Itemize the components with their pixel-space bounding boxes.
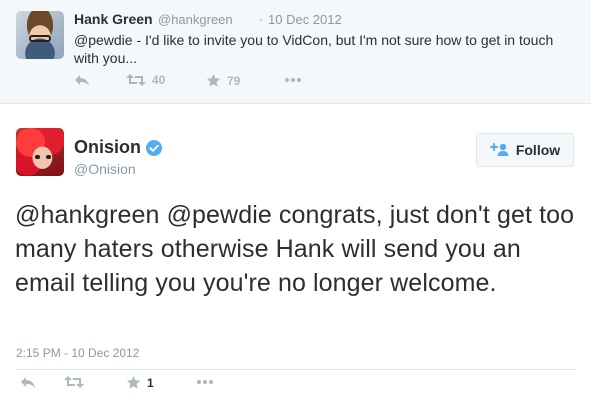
main-tweet-author[interactable]: Onision bbox=[74, 137, 162, 158]
more-icon bbox=[285, 78, 301, 82]
favorite-button[interactable]: 1 bbox=[126, 375, 154, 390]
add-user-icon bbox=[489, 143, 509, 156]
reply-button[interactable] bbox=[74, 73, 90, 87]
main-tweet-text: @hankgreen @pewdie congrats, just don't … bbox=[15, 201, 575, 297]
retweet-button[interactable] bbox=[64, 375, 84, 389]
favorite-count: 79 bbox=[227, 73, 241, 88]
favorite-icon bbox=[206, 73, 221, 87]
follow-button[interactable]: Follow bbox=[476, 133, 574, 167]
more-icon bbox=[197, 380, 213, 384]
dot-separator: · bbox=[259, 12, 264, 27]
parent-tweet-date[interactable]: 10 Dec 2012 bbox=[268, 12, 342, 27]
retweet-icon bbox=[126, 74, 146, 86]
verified-icon bbox=[146, 139, 162, 156]
favorite-button[interactable]: 79 bbox=[206, 73, 240, 88]
reply-icon bbox=[75, 75, 89, 86]
more-button[interactable] bbox=[284, 77, 302, 83]
avatar-eye bbox=[46, 155, 51, 159]
glasses-graphic bbox=[29, 35, 51, 42]
reply-button[interactable] bbox=[20, 375, 36, 389]
parent-tweet[interactable]: Hank Green @hankgreen · 10 Dec 2012 @pew… bbox=[0, 0, 591, 104]
hank-green-avatar[interactable] bbox=[16, 11, 64, 59]
parent-tweet-author-handle[interactable]: @hankgreen bbox=[158, 12, 233, 27]
main-tweet-timestamp[interactable]: 2:15 PM - 10 Dec 2012 bbox=[16, 346, 139, 360]
parent-tweet-text: @pewdie - I'd like to invite you to VidC… bbox=[74, 32, 554, 66]
retweet-icon bbox=[64, 376, 84, 388]
divider bbox=[16, 369, 576, 370]
favorite-icon bbox=[126, 375, 141, 389]
reply-icon bbox=[21, 377, 35, 388]
follow-button-label: Follow bbox=[515, 142, 561, 158]
more-button[interactable] bbox=[196, 379, 214, 385]
parent-tweet-author-name[interactable]: Hank Green bbox=[74, 11, 153, 27]
retweet-button[interactable]: 40 bbox=[126, 73, 165, 87]
favorite-count: 1 bbox=[147, 375, 154, 390]
main-tweet-author-name[interactable]: Onision bbox=[74, 137, 141, 158]
onision-avatar[interactable] bbox=[16, 128, 64, 176]
avatar-eye bbox=[35, 155, 40, 159]
main-tweet-author-handle[interactable]: @Onision bbox=[74, 161, 136, 177]
retweet-count: 40 bbox=[152, 73, 166, 87]
